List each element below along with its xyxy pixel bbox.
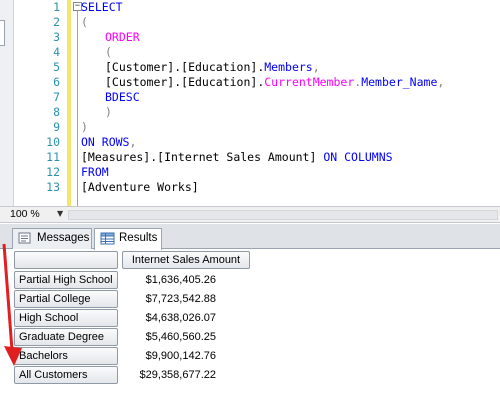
table-cell[interactable]: $5,460,560.25 xyxy=(122,328,216,346)
results-pane: Messages Results Internet Sales Amount P… xyxy=(0,224,500,404)
code-line-9[interactable]: ) xyxy=(81,120,88,135)
line-number: 3 xyxy=(53,30,60,44)
table-cell[interactable]: $1,636,405.26 xyxy=(122,271,216,289)
identifier: [Adventure Works] xyxy=(81,180,199,194)
code-line-8[interactable]: ) xyxy=(105,105,112,120)
left-panel-edge[interactable] xyxy=(0,20,5,46)
function-name: CurrentMember xyxy=(264,75,355,89)
operator: ( xyxy=(105,45,112,59)
keyword: SELECT xyxy=(81,0,123,14)
line-number: 5 xyxy=(53,60,60,74)
code-line-10[interactable]: ON ROWS, xyxy=(81,135,136,150)
table-cell[interactable]: $9,900,142.76 xyxy=(122,347,216,365)
change-tracking-bar xyxy=(67,0,71,206)
identifier: [Measures].[Internet Sales Amount] xyxy=(81,150,324,164)
operator: , xyxy=(129,135,137,149)
line-number: 12 xyxy=(46,165,60,179)
operator: ) xyxy=(105,105,112,119)
table-cell[interactable]: $4,638,026.07 xyxy=(122,309,216,327)
annotation-arrow xyxy=(2,243,22,366)
identifier: [Customer].[Education]. xyxy=(105,60,265,74)
line-number: 1 xyxy=(53,0,60,14)
operator: , xyxy=(312,60,320,74)
keyword: ON ROWS xyxy=(81,135,130,149)
code-line-13[interactable]: [Adventure Works] xyxy=(81,180,199,195)
keyword: FROM xyxy=(81,165,109,179)
line-number: 9 xyxy=(53,120,60,134)
operator: , xyxy=(437,75,445,89)
code-line-11[interactable]: [Measures].[Internet Sales Amount] ON CO… xyxy=(81,150,393,165)
identifier: [Customer].[Education]. xyxy=(105,75,265,89)
line-number: 8 xyxy=(53,105,60,119)
results-tab-strip: Messages Results xyxy=(0,224,500,250)
code-line-3[interactable]: ORDER xyxy=(105,30,140,45)
operator: ) xyxy=(81,120,88,134)
code-line-2[interactable]: ( xyxy=(81,15,88,30)
editor-status-bar: 100 % ▼ xyxy=(0,206,500,223)
table-cell[interactable]: $29,358,677.22 xyxy=(122,366,216,384)
grid-icon xyxy=(100,232,115,245)
left-panel-strip xyxy=(0,0,14,206)
query-editor[interactable]: 1 2 3 4 5 6 7 8 9 10 11 12 13 − SELECT (… xyxy=(14,0,500,206)
function-name: ORDER xyxy=(105,30,140,44)
outline-fold-line xyxy=(77,6,78,206)
horizontal-scrollbar[interactable] xyxy=(68,210,498,220)
code-line-1[interactable]: SELECT xyxy=(81,0,123,15)
line-number: 11 xyxy=(46,150,60,164)
keyword: Member_Name xyxy=(361,75,438,89)
chevron-down-icon[interactable]: ▼ xyxy=(57,209,63,218)
tab-label: Messages xyxy=(37,232,90,244)
keyword: BDESC xyxy=(105,90,140,104)
keyword: Members xyxy=(264,60,313,74)
code-line-7[interactable]: BDESC xyxy=(105,90,140,105)
results-grid[interactable]: Internet Sales Amount Partial High Schoo… xyxy=(12,250,500,404)
line-number-gutter: 1 2 3 4 5 6 7 8 9 10 11 12 13 xyxy=(14,0,64,206)
line-number: 7 xyxy=(53,90,60,104)
code-line-12[interactable]: FROM xyxy=(81,165,109,180)
code-line-4[interactable]: ( xyxy=(105,45,112,60)
keyword: ON COLUMNS xyxy=(323,150,393,164)
tab-label: Results xyxy=(119,232,158,244)
operator: ( xyxy=(81,15,88,29)
code-line-5[interactable]: [Customer].[Education].Members, xyxy=(105,60,320,75)
zoom-level[interactable]: 100 % xyxy=(10,208,40,220)
code-line-6[interactable]: [Customer].[Education].CurrentMember.Mem… xyxy=(105,75,444,90)
table-cell[interactable]: $7,723,542.88 xyxy=(122,290,216,308)
line-number: 13 xyxy=(46,180,60,194)
line-number: 2 xyxy=(53,15,60,29)
line-number: 6 xyxy=(53,75,60,89)
line-number: 10 xyxy=(46,135,60,149)
tab-results[interactable]: Results xyxy=(94,228,162,250)
column-header[interactable]: Internet Sales Amount xyxy=(122,251,250,269)
line-number: 4 xyxy=(53,45,60,59)
